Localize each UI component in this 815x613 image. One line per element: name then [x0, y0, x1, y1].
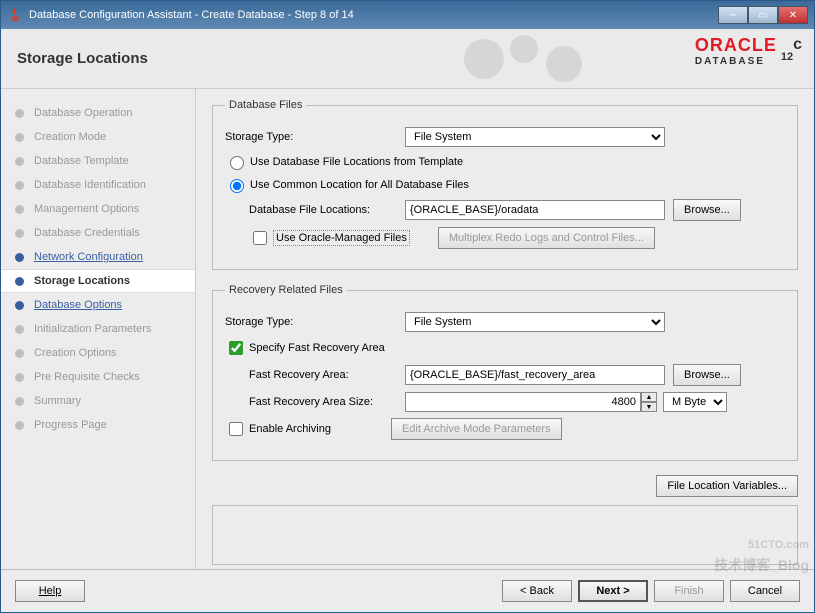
step-bullet-icon [15, 109, 24, 118]
sidebar-item-4: Management Options [15, 197, 195, 221]
database-files-group: Database Files Storage Type: File System… [212, 99, 798, 270]
titlebar: Database Configuration Assistant - Creat… [1, 1, 814, 29]
fra-label: Fast Recovery Area: [249, 369, 405, 381]
radio-template[interactable] [230, 156, 244, 170]
size-spin-up[interactable]: ▲ [641, 392, 657, 402]
minimize-button[interactable]: ─ [718, 6, 748, 24]
sidebar-item-12: Summary [15, 389, 195, 413]
main-panel: Database Files Storage Type: File System… [196, 89, 814, 569]
java-icon [7, 7, 23, 23]
gears-decoration [454, 29, 614, 89]
sidebar-item-label: Management Options [34, 203, 139, 215]
fra-size-input[interactable] [405, 392, 641, 412]
radio-common[interactable] [230, 179, 244, 193]
sidebar-item-label: Initialization Parameters [34, 323, 151, 335]
wizard-sidebar: Database Operation Creation Mode Database … [1, 89, 196, 569]
help-button[interactable]: Help [15, 580, 85, 602]
cancel-button[interactable]: Cancel [730, 580, 800, 602]
storage-type-label: Storage Type: [225, 131, 405, 143]
sidebar-item-2: Database Template [15, 149, 195, 173]
radio-template-label: Use Database File Locations from Templat… [250, 156, 463, 168]
fra-size-label: Fast Recovery Area Size: [249, 396, 405, 408]
browse-db-files-button[interactable]: Browse... [673, 199, 741, 221]
sidebar-item-8[interactable]: Database Options [15, 293, 195, 317]
sidebar-item-label: Pre Requisite Checks [34, 371, 140, 383]
omf-checkbox[interactable] [253, 231, 267, 245]
file-locations-input[interactable] [405, 200, 665, 220]
sidebar-item-3: Database Identification [15, 173, 195, 197]
storage-type-select[interactable]: File System [405, 127, 665, 147]
omf-label: Use Oracle-Managed Files [273, 230, 410, 246]
next-button[interactable]: Next > [578, 580, 648, 602]
sidebar-item-13: Progress Page [15, 413, 195, 437]
page-title: Storage Locations [17, 50, 148, 67]
database-files-legend: Database Files [225, 99, 306, 111]
step-bullet-icon [15, 349, 24, 358]
sidebar-item-label: Creation Mode [34, 131, 106, 143]
recovery-files-legend: Recovery Related Files [225, 284, 347, 296]
recovery-files-group: Recovery Related Files Storage Type: Fil… [212, 284, 798, 461]
empty-panel [212, 505, 798, 565]
step-bullet-icon [15, 157, 24, 166]
sidebar-item-label: Database Credentials [34, 227, 140, 239]
sidebar-item-11: Pre Requisite Checks [15, 365, 195, 389]
specify-fra-label: Specify Fast Recovery Area [249, 342, 385, 354]
step-bullet-icon [15, 253, 24, 262]
sidebar-item-label: Storage Locations [34, 275, 130, 287]
banner: Storage Locations ORACLE DATABASE 12c [1, 29, 814, 89]
sidebar-item-label: Creation Options [34, 347, 117, 359]
edit-archive-button[interactable]: Edit Archive Mode Parameters [391, 418, 562, 440]
sidebar-item-label: Database Template [34, 155, 129, 167]
sidebar-item-1: Creation Mode [15, 125, 195, 149]
step-bullet-icon [15, 421, 24, 430]
sidebar-item-7: Storage Locations [1, 269, 195, 293]
specify-fra-checkbox[interactable] [229, 341, 243, 355]
recovery-storage-type-select[interactable]: File System [405, 312, 665, 332]
step-bullet-icon [15, 133, 24, 142]
step-bullet-icon [15, 325, 24, 334]
window-title: Database Configuration Assistant - Creat… [29, 9, 354, 21]
recovery-storage-type-label: Storage Type: [225, 316, 405, 328]
size-spin-down[interactable]: ▼ [641, 402, 657, 412]
close-button[interactable]: ✕ [778, 6, 808, 24]
step-bullet-icon [15, 181, 24, 190]
sidebar-item-label: Network Configuration [34, 251, 143, 263]
sidebar-item-5: Database Credentials [15, 221, 195, 245]
fra-size-unit-select[interactable]: M Bytes [663, 392, 727, 412]
file-location-variables-button[interactable]: File Location Variables... [656, 475, 798, 497]
file-locations-label: Database File Locations: [249, 204, 405, 216]
step-bullet-icon [15, 373, 24, 382]
radio-common-label: Use Common Location for All Database Fil… [250, 179, 469, 191]
sidebar-item-label: Database Options [34, 299, 122, 311]
fra-input[interactable] [405, 365, 665, 385]
step-bullet-icon [15, 397, 24, 406]
step-bullet-icon [15, 229, 24, 238]
multiplex-button[interactable]: Multiplex Redo Logs and Control Files... [438, 227, 655, 249]
back-button[interactable]: < Back [502, 580, 572, 602]
sidebar-item-0: Database Operation [15, 101, 195, 125]
sidebar-item-label: Database Identification [34, 179, 146, 191]
footer: Help < Back Next > Finish Cancel [1, 569, 814, 612]
sidebar-item-label: Progress Page [34, 419, 107, 431]
sidebar-item-label: Summary [34, 395, 81, 407]
sidebar-item-6[interactable]: Network Configuration [15, 245, 195, 269]
finish-button[interactable]: Finish [654, 580, 724, 602]
sidebar-item-10: Creation Options [15, 341, 195, 365]
browse-fra-button[interactable]: Browse... [673, 364, 741, 386]
archiving-label: Enable Archiving [249, 423, 331, 435]
sidebar-item-label: Database Operation [34, 107, 132, 119]
archiving-checkbox[interactable] [229, 422, 243, 436]
oracle-logo: ORACLE DATABASE 12c [695, 35, 802, 67]
step-bullet-icon [15, 301, 24, 310]
step-bullet-icon [15, 277, 24, 286]
step-bullet-icon [15, 205, 24, 214]
maximize-button[interactable]: ▭ [748, 6, 778, 24]
sidebar-item-9: Initialization Parameters [15, 317, 195, 341]
